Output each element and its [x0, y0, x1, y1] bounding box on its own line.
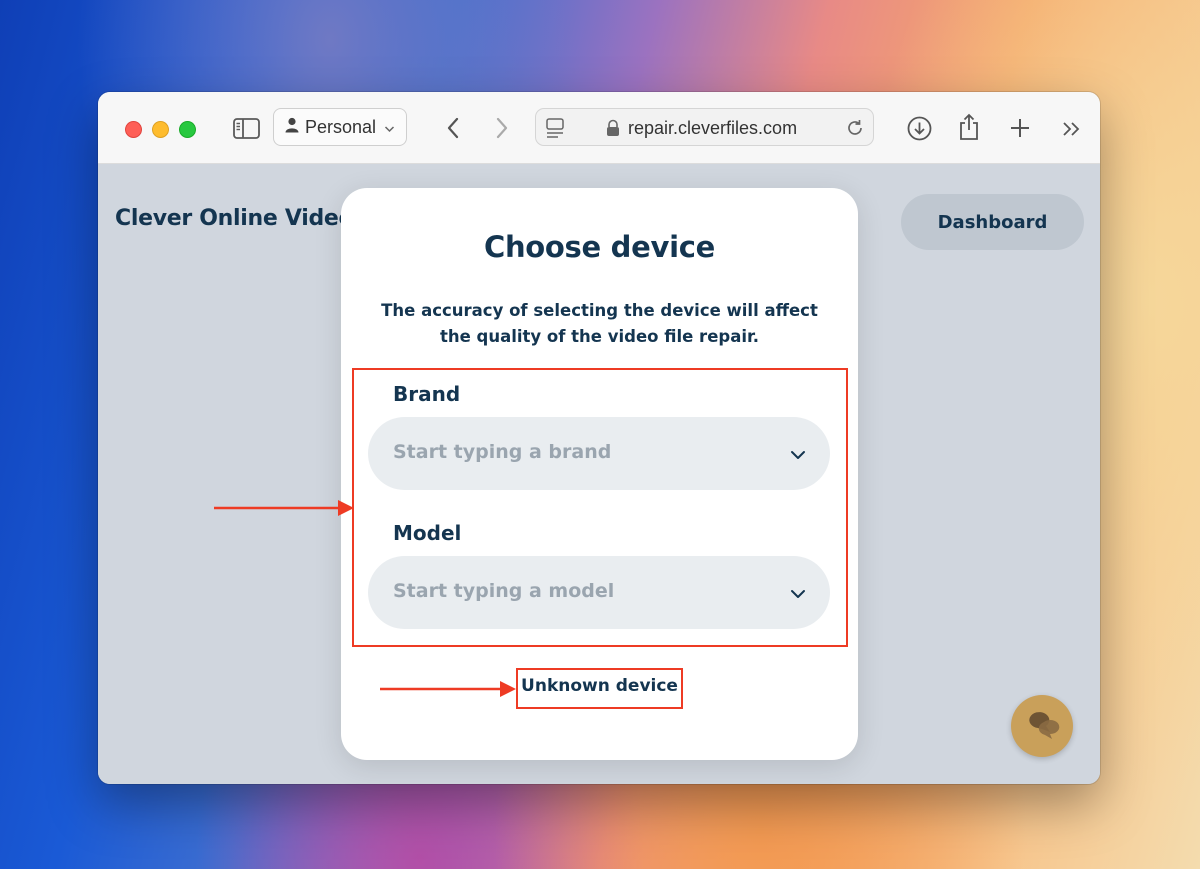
annotation-highlight-box	[352, 368, 848, 647]
dashboard-button[interactable]: Dashboard	[901, 194, 1084, 250]
forward-icon[interactable]	[490, 114, 514, 142]
reload-icon[interactable]	[845, 118, 865, 143]
annotation-arrow	[380, 681, 516, 697]
close-window-button[interactable]	[125, 121, 142, 138]
sidebar-icon[interactable]	[232, 116, 260, 140]
download-icon[interactable]	[906, 115, 932, 141]
profile-label: Personal	[305, 116, 377, 137]
address-bar[interactable]: repair.cleverfiles.com	[535, 108, 874, 146]
annotation-arrow	[214, 500, 354, 516]
address-url: repair.cleverfiles.com	[628, 118, 798, 138]
reader-icon[interactable]	[546, 118, 564, 143]
minimize-window-button[interactable]	[152, 121, 169, 138]
more-chevrons-icon[interactable]	[1060, 118, 1084, 140]
chevron-down-icon	[384, 117, 395, 138]
lock-icon	[606, 119, 620, 142]
back-icon[interactable]	[441, 114, 465, 142]
browser-toolbar: Personal repair.cleverfiles.com	[98, 92, 1100, 164]
modal-subtitle: The accuracy of selecting the device wil…	[381, 301, 818, 346]
plus-icon[interactable]	[1008, 116, 1032, 140]
zoom-window-button[interactable]	[179, 121, 196, 138]
profile-selector[interactable]: Personal	[273, 108, 407, 146]
chat-icon	[1024, 708, 1060, 744]
modal-title: Choose device	[483, 230, 716, 264]
person-icon	[285, 117, 299, 138]
chat-button[interactable]	[1011, 695, 1073, 757]
annotation-highlight-box	[516, 668, 683, 709]
share-icon[interactable]	[956, 112, 982, 142]
